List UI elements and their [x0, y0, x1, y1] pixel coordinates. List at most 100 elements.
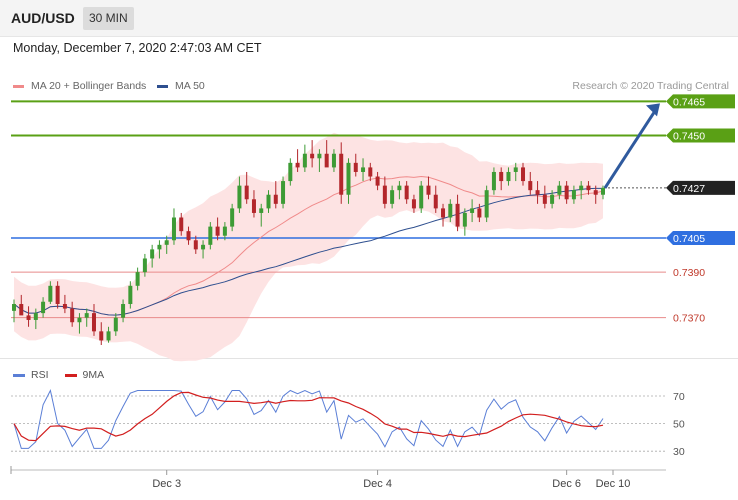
candle-body — [19, 304, 24, 316]
candle — [419, 181, 424, 213]
candle-body — [426, 185, 431, 195]
candle-body — [579, 185, 584, 191]
candle-body — [339, 153, 344, 195]
candle-body — [491, 171, 496, 191]
candle-body — [55, 285, 60, 305]
candle-body — [324, 153, 329, 168]
candle-body — [33, 313, 38, 320]
candle-body — [237, 185, 242, 209]
rsi-level-label-50: 50 — [673, 419, 685, 431]
candle-body — [433, 194, 438, 209]
candle-body — [150, 249, 155, 259]
candle-body — [128, 285, 133, 305]
candle-body — [91, 313, 96, 332]
bollinger-band — [14, 132, 603, 362]
candle-body — [484, 190, 489, 218]
candle-body — [375, 176, 380, 186]
candle-body — [186, 231, 191, 241]
candle-body — [251, 199, 256, 213]
candle-body — [550, 194, 555, 204]
candle-body — [317, 153, 322, 159]
candle — [171, 208, 176, 245]
candle-body — [295, 162, 300, 168]
candle-body — [142, 258, 147, 273]
candle-body — [441, 208, 446, 218]
candle-body — [506, 171, 511, 182]
x-tick-label: Dec 3 — [152, 478, 181, 490]
candle-body — [557, 185, 562, 195]
x-tick-label: Dec 4 — [363, 478, 392, 490]
candle-body — [499, 171, 504, 182]
candle — [484, 185, 489, 223]
candle-body — [288, 162, 293, 182]
candle-body — [528, 181, 533, 191]
candle-body — [331, 153, 336, 168]
candle-body — [542, 194, 547, 204]
candle-body — [513, 167, 518, 172]
candle-body — [521, 167, 526, 182]
candle-body — [411, 199, 416, 209]
candle-body — [353, 162, 358, 172]
candle-body — [281, 181, 286, 204]
candle-body — [419, 185, 424, 209]
candle-body — [179, 217, 184, 232]
candle-body — [48, 285, 53, 302]
forecast-arrow-line — [603, 108, 658, 189]
candle-body — [157, 244, 162, 250]
price-chart: 0.7465 0.7450 0.7427 0.7405 0.7390 0.7370 70 5… — [0, 94, 738, 490]
candle-body — [361, 167, 366, 172]
candle-body — [310, 153, 315, 159]
candle-body — [113, 317, 118, 332]
candle-body — [62, 304, 67, 309]
candle-body — [455, 203, 460, 227]
candle-body — [99, 331, 104, 341]
candle-body — [601, 187, 605, 195]
candle-body — [77, 317, 82, 323]
candle-body — [571, 190, 576, 200]
x-tick-label: Dec 10 — [596, 478, 631, 490]
candle-body — [201, 244, 206, 250]
candle-body — [346, 162, 351, 195]
candle-body — [171, 217, 176, 241]
candle-body — [462, 212, 467, 227]
candle-body — [470, 208, 475, 213]
candle-body — [193, 240, 198, 250]
candle-body — [382, 185, 387, 204]
price-level-label-0.7465: 0.7465 — [673, 96, 705, 108]
candle-body — [135, 272, 140, 286]
candle-body — [586, 185, 591, 191]
candle-body — [121, 304, 126, 318]
x-tick-label: Dec 6 — [552, 478, 581, 490]
candle — [281, 176, 286, 209]
candle-body — [70, 308, 75, 323]
candle-body — [12, 304, 16, 311]
candle-body — [404, 185, 409, 200]
rsi-line — [13, 389, 604, 449]
candle-body — [564, 185, 569, 200]
candle-body — [41, 301, 46, 314]
candle-body — [106, 331, 111, 341]
candle-body — [84, 313, 89, 318]
candle-body — [164, 240, 169, 245]
rsi-level-label-70: 70 — [673, 391, 685, 403]
price-level-label-0.7450: 0.7450 — [673, 131, 705, 143]
candle-body — [390, 190, 395, 204]
price-level-label-0.7427: 0.7427 — [673, 183, 705, 195]
rsi-level-label-30: 30 — [673, 446, 685, 458]
candle-body — [302, 153, 307, 168]
candle-body — [259, 208, 264, 213]
candle-body — [215, 226, 220, 236]
candle-body — [273, 194, 278, 204]
candle-body — [593, 190, 598, 195]
candle-body — [208, 226, 213, 245]
candle-body — [266, 194, 271, 209]
candle-body — [244, 185, 249, 200]
price-level-label-0.7390: 0.7390 — [673, 267, 705, 279]
candle-body — [397, 185, 402, 191]
candle-body — [448, 203, 453, 218]
rsi-ma9-line — [13, 391, 604, 442]
candle-body — [477, 208, 482, 218]
candle-body — [535, 190, 540, 195]
candle-body — [368, 167, 373, 177]
candle-body — [26, 315, 31, 320]
